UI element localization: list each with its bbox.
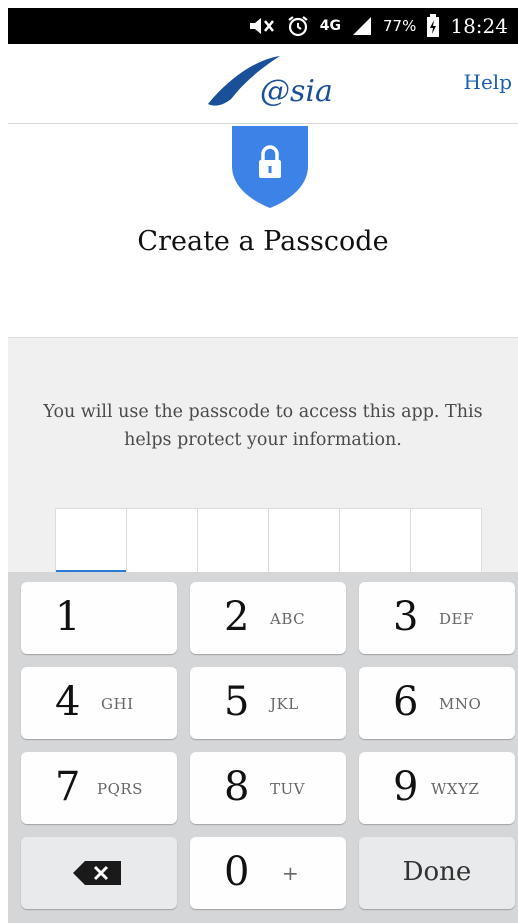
passcode-digit-4[interactable] [269, 509, 340, 573]
key-letters: WXYZ [431, 780, 480, 798]
passcode-digit-2[interactable] [127, 509, 198, 573]
app-header: @sia Help [8, 44, 518, 124]
key-3[interactable]: 3 DEF [359, 582, 515, 654]
key-6[interactable]: 6 MNO [359, 667, 515, 739]
asia-logo: @sia [204, 50, 344, 116]
key-digit: 5 [224, 679, 250, 725]
passcode-digit-5[interactable] [340, 509, 411, 573]
key-letters: GHI [101, 695, 134, 713]
key-letters: PQRS [97, 780, 143, 798]
key-9[interactable]: 9 WXYZ [359, 752, 515, 824]
key-4[interactable]: 4 GHI [21, 667, 177, 739]
key-1[interactable]: 1 [21, 582, 177, 654]
key-digit: 6 [393, 679, 419, 725]
shield-lock-icon [232, 126, 308, 208]
key-digit: 3 [393, 594, 419, 640]
key-8[interactable]: 8 TUV [190, 752, 346, 824]
backspace-icon [73, 861, 121, 885]
key-digit: 8 [224, 764, 250, 810]
key-letters: JKL [270, 695, 299, 713]
passcode-digit-3[interactable] [198, 509, 269, 573]
key-2[interactable]: 2 ABC [190, 582, 346, 654]
done-label: Done [402, 857, 472, 887]
passcode-header-section: Create a Passcode [8, 124, 518, 338]
clock: 18:24 [450, 14, 508, 38]
key-letters: TUV [270, 780, 305, 798]
numeric-keypad: 1 2 ABC 3 DEF 4 GHI 5 JKL 6 MNO 7 PQRS 8… [8, 572, 518, 923]
mute-icon [249, 18, 274, 34]
key-letters: + [282, 861, 300, 885]
page-title: Create a Passcode [137, 226, 389, 257]
network-type: 4G [319, 18, 342, 34]
key-7[interactable]: 7 PQRS [21, 752, 177, 824]
instruction-text: You will use the passcode to access this… [43, 402, 483, 450]
signal-icon [353, 17, 372, 35]
passcode-input[interactable] [55, 508, 482, 573]
key-letters: DEF [439, 610, 474, 628]
key-digit: 4 [55, 679, 81, 725]
battery-percent: 77% [383, 17, 417, 35]
help-link[interactable]: Help [464, 70, 512, 94]
alarm-icon [288, 16, 308, 37]
key-letters: ABC [270, 610, 306, 628]
key-digit: 1 [55, 594, 81, 640]
backspace-button[interactable] [21, 837, 177, 909]
done-button[interactable]: Done [359, 837, 515, 909]
passcode-entry-section: You will use the passcode to access this… [8, 338, 518, 576]
passcode-digit-1[interactable] [56, 509, 127, 573]
key-digit: 0 [224, 849, 250, 895]
key-digit: 9 [393, 764, 419, 810]
key-letters: MNO [439, 695, 482, 713]
key-digit: 7 [55, 764, 81, 810]
logo-text: @sia [260, 74, 333, 109]
key-5[interactable]: 5 JKL [190, 667, 346, 739]
status-bar: 4G 77% 18:24 [8, 8, 518, 44]
passcode-digit-6[interactable] [411, 509, 481, 573]
key-digit: 2 [224, 594, 250, 640]
key-0[interactable]: 0 + [190, 837, 346, 909]
battery-charging-icon [427, 14, 440, 37]
